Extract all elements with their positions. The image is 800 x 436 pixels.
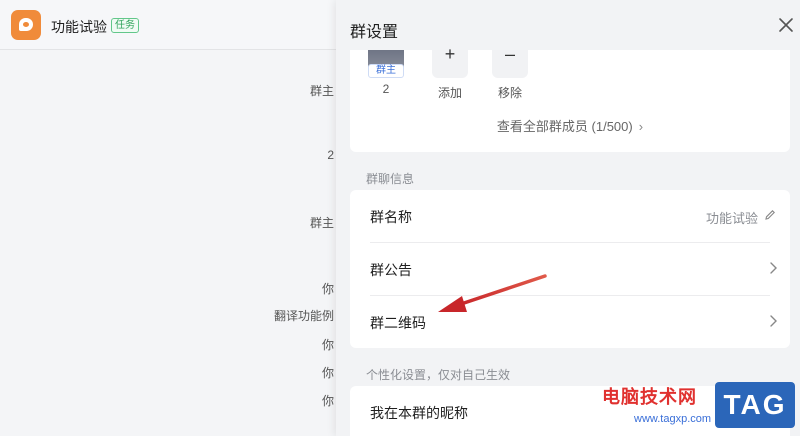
minus-icon: –	[504, 44, 515, 64]
remove-member-button[interactable]: – 移除	[492, 44, 528, 101]
chat-line: 你	[321, 338, 334, 352]
add-member-label: 添加	[437, 86, 462, 100]
group-notice-label: 群公告	[370, 262, 412, 278]
owner-count: 2	[382, 82, 390, 96]
chat-line: 群主	[309, 216, 334, 230]
group-name-row[interactable]: 群名称 功能试验	[350, 190, 790, 242]
view-all-label: 查看全部群成员 (1/500)	[496, 119, 633, 134]
member-owner[interactable]: 群主 2	[368, 50, 404, 96]
chat-line: 群主	[309, 84, 334, 98]
panel-title: 群设置	[350, 24, 399, 41]
group-name-label: 群名称	[370, 209, 412, 225]
group-avatar[interactable]	[11, 10, 41, 40]
chevron-right-icon	[770, 262, 777, 274]
chat-area: 功能试验 任务 群主 2 群主 你 翻译功能例 你 你 你	[0, 0, 336, 436]
close-icon[interactable]	[777, 16, 795, 34]
watermark-logo: TAG	[715, 382, 795, 428]
chat-line: 2	[327, 148, 334, 162]
my-nickname-label: 我在本群的昵称	[370, 405, 468, 421]
group-qrcode-label: 群二维码	[370, 315, 426, 331]
owner-badge: 群主	[368, 64, 404, 78]
group-info-card: 群名称 功能试验 群公告 群二维码	[350, 190, 790, 348]
chat-line: 翻译功能例	[273, 309, 334, 323]
chat-header: 功能试验 任务	[0, 0, 336, 50]
group-notice-row[interactable]: 群公告	[350, 243, 790, 295]
pencil-icon[interactable]	[764, 209, 776, 221]
watermark-url: www.tagxp.com	[634, 413, 712, 425]
members-card: 群主 2 + 添加 – 移除 查看全部群成员 (1/500) ›	[350, 44, 790, 152]
chat-title: 功能试验	[51, 19, 107, 35]
chat-line: 你	[321, 282, 334, 296]
remove-member-label: 移除	[497, 86, 522, 100]
group-name-value: 功能试验	[705, 211, 758, 226]
chat-line: 你	[321, 366, 334, 380]
group-info-section-label: 群聊信息	[366, 172, 415, 186]
add-member-button[interactable]: + 添加	[432, 44, 468, 101]
personal-section-label: 个性化设置，仅对自己生效	[366, 368, 511, 382]
chevron-right-icon	[770, 315, 777, 327]
chat-line: 你	[321, 394, 334, 408]
chevron-right-icon: ›	[638, 119, 644, 134]
watermark-text: 电脑技术网	[602, 387, 697, 407]
view-all-members-link[interactable]: 查看全部群成员 (1/500) ›	[350, 116, 790, 135]
plus-icon: +	[444, 44, 456, 64]
group-settings-panel: 群设置 群主 2 + 添加 – 移除 查看全部群成员 (1/500) › 群聊信息…	[336, 0, 800, 436]
group-qrcode-row[interactable]: 群二维码	[350, 296, 790, 348]
task-tag: 任务	[111, 18, 139, 33]
chat-bubble-icon	[19, 18, 33, 31]
